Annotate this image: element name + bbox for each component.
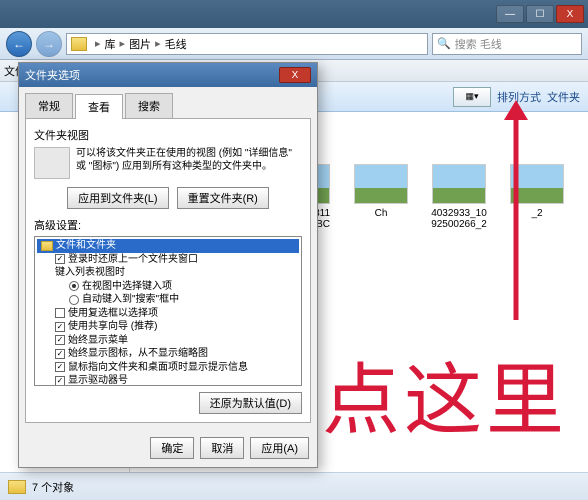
folder-options-dialog: 文件夹选项 X 常规 查看 搜索 文件夹视图 可以将该文件夹正在使用的视图 (例… [18,62,318,468]
breadcrumb-item[interactable]: 毛线 [165,36,187,52]
tree-item-label: 始终显示图标，从不显示缩略图 [68,347,208,361]
search-placeholder: 搜索 毛线 [455,36,502,52]
tree-item-label: 登录时还原上一个文件夹窗口 [68,253,198,267]
tree-item[interactable]: 在视图中选择键入项 [37,280,299,294]
advanced-settings-tree[interactable]: 文件和文件夹✓登录时还原上一个文件夹窗口键入列表视图时在视图中选择键入项自动键入… [34,236,302,386]
tree-item-label: 显示驱动器号 [68,374,128,386]
file-item[interactable]: 4032933_1092500266_2 [430,164,488,241]
breadcrumb-sep: ▸ [95,37,101,50]
tab-content: 文件夹视图 可以将该文件夹正在使用的视图 (例如 "详细信息" 或 "图标") … [25,119,311,423]
search-icon: 🔍 [437,37,451,50]
dialog-tabs: 常规 查看 搜索 [25,93,311,119]
thumbnail [432,164,486,204]
checkbox[interactable]: ✓ [55,254,65,264]
tree-item[interactable]: ✓显示驱动器号 [37,374,299,386]
checkbox[interactable]: ✓ [55,376,65,386]
status-text: 7 个对象 [32,479,74,495]
reset-folders-button[interactable]: 重置文件夹(R) [177,187,269,209]
thumbnail [354,164,408,204]
breadcrumb-item[interactable]: 库 [105,36,116,52]
tree-item[interactable]: ✓鼠标指向文件夹和桌面项时显示提示信息 [37,361,299,375]
advanced-settings-label: 高级设置: [34,217,302,233]
checkbox[interactable]: ✓ [55,335,65,345]
checkbox[interactable] [55,308,65,318]
tree-item[interactable]: ✓使用共享向导 (推荐) [37,320,299,334]
tree-item-label: 使用复选框以选择项 [68,307,158,321]
checkbox[interactable]: ✓ [55,322,65,332]
tab-view[interactable]: 查看 [75,94,123,119]
cancel-button[interactable]: 取消 [200,437,244,459]
minimize-button[interactable]: — [496,5,524,23]
tab-search[interactable]: 搜索 [125,93,173,118]
folder-icon [71,37,87,51]
apply-to-folders-button[interactable]: 应用到文件夹(L) [67,187,168,209]
file-name: Ch [352,208,410,219]
view-mode-button[interactable]: ▦▾ [453,87,491,107]
folder-view-icon [34,147,70,179]
file-name: 4032933_1092500266_2 [430,208,488,230]
tree-item[interactable]: 文件和文件夹 [37,239,299,253]
breadcrumb-sep: ▸ [120,37,126,50]
folder-link[interactable]: 文件夹 [547,89,580,105]
close-button[interactable]: X [556,5,584,23]
tree-item[interactable]: 键入列表视图时 [37,266,299,280]
breadcrumb-sep: ▸ [155,37,161,50]
sort-label[interactable]: 排列方式 [497,89,541,105]
tree-item-label: 在视图中选择键入项 [82,280,172,294]
back-button[interactable]: ← [6,31,32,57]
apply-button[interactable]: 应用(A) [250,437,309,459]
ok-button[interactable]: 确定 [150,437,194,459]
dialog-footer: 确定 取消 应用(A) [19,429,317,467]
section-title: 文件夹视图 [34,127,302,143]
dialog-title-text: 文件夹选项 [25,67,80,83]
window-titlebar: — ☐ X [0,0,588,28]
file-item[interactable]: Ch [352,164,410,241]
dialog-close-button[interactable]: X [279,67,311,83]
checkbox[interactable]: ✓ [55,349,65,359]
tab-general[interactable]: 常规 [25,93,73,118]
section-description: 可以将该文件夹正在使用的视图 (例如 "详细信息" 或 "图标") 应用到所有这… [76,147,302,179]
folder-icon [41,241,53,251]
tree-item[interactable]: 自动键入到"搜索"框中 [37,293,299,307]
tree-item-label: 自动键入到"搜索"框中 [82,293,179,307]
radio[interactable] [69,281,79,291]
tree-item-label: 始终显示菜单 [68,334,128,348]
tree-item-label: 文件和文件夹 [56,239,116,253]
checkbox[interactable]: ✓ [55,362,65,372]
tree-item[interactable]: ✓始终显示图标，从不显示缩略图 [37,347,299,361]
breadcrumb-item[interactable]: 图片 [129,36,151,52]
file-item[interactable]: _2 [508,164,566,241]
folder-icon [8,480,26,494]
tree-item[interactable]: ✓登录时还原上一个文件夹窗口 [37,253,299,267]
tree-item-label: 键入列表视图时 [55,266,125,280]
tree-item[interactable]: ✓始终显示菜单 [37,334,299,348]
thumbnail [510,164,564,204]
tree-item-label: 鼠标指向文件夹和桌面项时显示提示信息 [68,361,248,375]
address-bar[interactable]: ▸ 库 ▸ 图片 ▸ 毛线 [66,33,428,55]
restore-defaults-button[interactable]: 还原为默认值(D) [199,392,302,414]
file-name: _2 [508,208,566,219]
forward-button[interactable]: → [36,31,62,57]
maximize-button[interactable]: ☐ [526,5,554,23]
radio[interactable] [69,295,79,305]
tree-item-label: 使用共享向导 (推荐) [68,320,157,334]
navigation-bar: ← → ▸ 库 ▸ 图片 ▸ 毛线 🔍 搜索 毛线 [0,28,588,60]
search-input[interactable]: 🔍 搜索 毛线 [432,33,582,55]
dialog-titlebar: 文件夹选项 X [19,63,317,87]
tree-item[interactable]: 使用复选框以选择项 [37,307,299,321]
status-bar: 7 个对象 [0,472,588,500]
